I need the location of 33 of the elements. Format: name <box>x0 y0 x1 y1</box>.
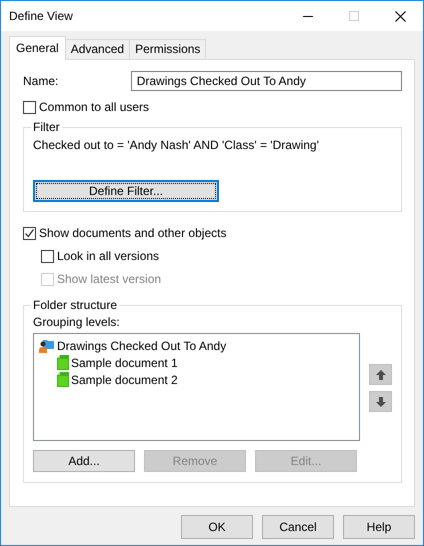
book-icon <box>57 372 69 387</box>
window-title: Define View <box>8 9 74 23</box>
tab[interactable]: Permissions <box>129 39 206 59</box>
list-button[interactable]: Add... <box>33 450 135 472</box>
move-up-button[interactable] <box>369 364 392 385</box>
checkbox-label: Show latest version <box>57 272 162 286</box>
book-icon <box>57 355 69 370</box>
checkbox-label: Show documents and other objects <box>39 226 226 240</box>
tab[interactable]: General <box>9 36 66 60</box>
checkbox[interactable] <box>41 250 54 262</box>
checkbox[interactable] <box>23 100 36 114</box>
name-field[interactable]: Drawings Checked Out To Andy <box>130 71 402 91</box>
name-label: Name: <box>23 74 60 88</box>
checkbox[interactable] <box>23 226 36 240</box>
move-down-button[interactable] <box>369 391 392 412</box>
checkbox-label: Look in all versions <box>57 249 160 263</box>
filter-expression: Checked out to = 'Andy Nash' AND 'Class' = 'Drawing' <box>33 138 320 154</box>
tree-item[interactable]: Drawings Checked Out To Andy <box>57 338 226 352</box>
close-icon[interactable] <box>394 10 406 22</box>
up-arrow-icon <box>376 370 386 380</box>
checkbox-label: Common to all users <box>39 100 150 114</box>
define-filter-button[interactable]: Define Filter... <box>33 180 219 202</box>
grouping-levels-label: Grouping levels: <box>33 315 120 329</box>
grouping-levels-tree[interactable]: Drawings Checked Out To Andy Sample document 1 Sample document 2 <box>33 333 360 441</box>
dialog-button[interactable]: Cancel <box>262 515 334 539</box>
tree-item[interactable]: Sample document 1 <box>71 356 178 370</box>
tree-item[interactable]: Sample document 2 <box>71 372 178 386</box>
down-arrow-icon <box>376 396 386 406</box>
group-title: Folder structure <box>31 298 120 312</box>
group-title: Filter <box>31 120 62 134</box>
folder-person-icon <box>39 338 55 353</box>
dialog-button[interactable]: OK <box>181 515 253 539</box>
dialog-button[interactable]: Help <box>343 515 415 539</box>
